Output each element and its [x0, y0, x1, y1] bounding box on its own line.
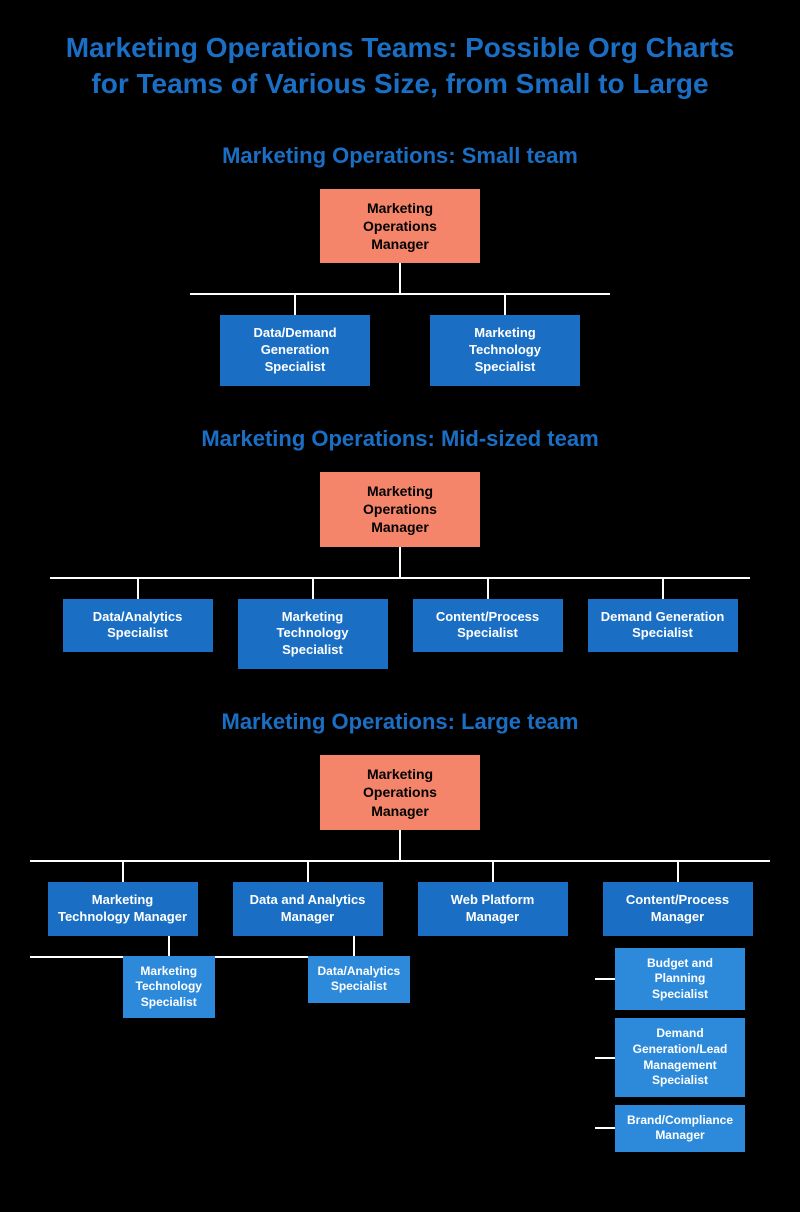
mid-team-chart: Marketing Operations Manager Data/Analyt…: [20, 472, 780, 669]
large-mgr-col-4: Content/Process Manager Budget and Plann…: [585, 860, 770, 1152]
large-mgr-box-1: Marketing Technology Manager: [48, 882, 198, 936]
large-mgr4-sub-hline-1: [595, 978, 615, 980]
mid-child-box-4: Demand Generation Specialist: [588, 599, 738, 653]
mid-child-col-4: Demand Generation Specialist: [575, 577, 750, 653]
large-mgr1-sub-vline: [168, 936, 170, 956]
large-mgr-col-3: Web Platform Manager: [400, 860, 585, 936]
large-mgr2-sub-hline: [215, 956, 308, 958]
large-mgr-vline-4: [677, 862, 679, 882]
large-mgr4-sub-box-3: Brand/Compliance Manager: [615, 1105, 745, 1152]
mid-vline-1: [137, 579, 139, 599]
large-mgr-box-2: Data and Analytics Manager: [233, 882, 383, 936]
mid-child-box-1: Data/Analytics Specialist: [63, 599, 213, 653]
large-mgr4-subs-col: Budget and Planning Specialist Demand Ge…: [595, 936, 745, 1152]
small-team-title: Marketing Operations: Small team: [20, 143, 780, 169]
large-root-vline: [399, 830, 401, 860]
mid-child-box-3: Content/Process Specialist: [413, 599, 563, 653]
small-team-chart: Marketing Operations Manager Data/Demand…: [20, 189, 780, 386]
large-mgr-vline-1: [122, 862, 124, 882]
mid-child-box-2: Marketing Technology Specialist: [238, 599, 388, 670]
mid-team-section: Marketing Operations: Mid-sized team Mar…: [20, 426, 780, 669]
mid-team-title: Marketing Operations: Mid-sized team: [20, 426, 780, 452]
small-child-right-box: Marketing Technology Specialist: [430, 315, 580, 386]
mid-child-col-2: Marketing Technology Specialist: [225, 577, 400, 670]
large-mgr4-sub-hline-3: [595, 1127, 615, 1129]
small-root-box: Marketing Operations Manager: [320, 189, 480, 264]
mid-vline-3: [487, 579, 489, 599]
large-hline-row: Marketing Technology Manager Marketing T…: [30, 860, 770, 1152]
large-mgr-col-2: Data and Analytics Manager Data/Analytic…: [215, 860, 400, 1003]
small-child-right-col: Marketing Technology Specialist: [400, 293, 610, 386]
large-root-box: Marketing Operations Manager: [320, 755, 480, 830]
mid-vline-2: [312, 579, 314, 599]
large-mgr2-sub-col: Data/Analytics Specialist: [308, 936, 401, 1003]
large-mgr1-sub-wrapper: Marketing Technology Specialist: [30, 936, 215, 1019]
mid-children-wrapper: Data/Analytics Specialist Marketing Tech…: [20, 577, 780, 670]
small-right-vline: [504, 295, 506, 315]
large-mgr2-sub-box: Data/Analytics Specialist: [308, 956, 411, 1003]
large-team-chart: Marketing Operations Manager Marketing T…: [20, 755, 780, 1152]
mid-child-col-1: Data/Analytics Specialist: [50, 577, 225, 653]
large-team-section: Marketing Operations: Large team Marketi…: [20, 709, 780, 1152]
large-mgr4-sub-box-1: Budget and Planning Specialist: [615, 948, 745, 1011]
large-mgr1-sub-col: Marketing Technology Specialist: [123, 936, 216, 1019]
large-mgr4-sub-box-2: Demand Generation/Lead Management Specia…: [615, 1018, 745, 1096]
mid-child-col-3: Content/Process Specialist: [400, 577, 575, 653]
large-mgr4-sub-row-3: Brand/Compliance Manager: [595, 1105, 745, 1152]
mid-vline-4: [662, 579, 664, 599]
page-title: Marketing Operations Teams: Possible Org…: [20, 20, 780, 113]
large-mgr4-sub-hline-2: [595, 1057, 615, 1059]
large-mgr-vline-3: [492, 862, 494, 882]
large-mgr2-sub-vline: [353, 936, 355, 956]
large-mgr-box-3: Web Platform Manager: [418, 882, 568, 936]
large-managers-wrapper: Marketing Technology Manager Marketing T…: [20, 860, 780, 1152]
large-mgr2-sub-wrapper: Data/Analytics Specialist: [215, 936, 400, 1003]
small-root-vline: [399, 263, 401, 293]
large-mgr1-sub-hline: [30, 956, 123, 958]
large-mgr4-subs-wrapper: Budget and Planning Specialist Demand Ge…: [585, 936, 770, 1152]
small-children-wrapper: Data/Demand Generation Specialist Market…: [20, 293, 780, 386]
large-mgr4-sub-row-2: Demand Generation/Lead Management Specia…: [595, 1018, 745, 1096]
small-left-vline: [294, 295, 296, 315]
large-mgr-box-4: Content/Process Manager: [603, 882, 753, 936]
small-hline-row: Data/Demand Generation Specialist Market…: [190, 293, 610, 386]
small-child-left-box: Data/Demand Generation Specialist: [220, 315, 370, 386]
mid-root-vline: [399, 547, 401, 577]
small-team-section: Marketing Operations: Small team Marketi…: [20, 143, 780, 386]
large-mgr-col-1: Marketing Technology Manager Marketing T…: [30, 860, 215, 1019]
large-mgr-vline-2: [307, 862, 309, 882]
small-child-left-col: Data/Demand Generation Specialist: [190, 293, 400, 386]
mid-hline-row: Data/Analytics Specialist Marketing Tech…: [50, 577, 750, 670]
large-mgr1-sub-box: Marketing Technology Specialist: [123, 956, 216, 1019]
mid-root-box: Marketing Operations Manager: [320, 472, 480, 547]
large-team-title: Marketing Operations: Large team: [20, 709, 780, 735]
large-mgr4-sub-row-1: Budget and Planning Specialist: [595, 948, 745, 1011]
